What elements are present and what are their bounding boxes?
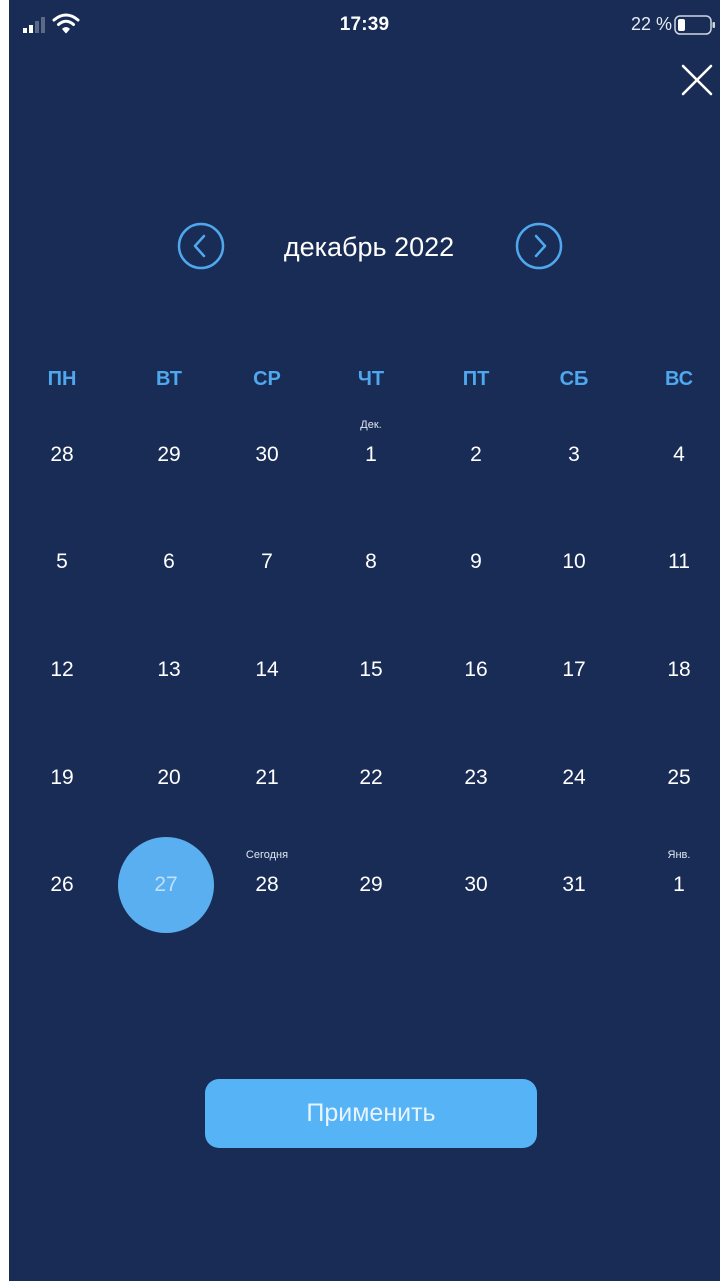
calendar-day[interactable]: 30 [219,407,315,503]
calendar-day[interactable]: 16 [428,622,524,718]
calendar-day[interactable]: 5 [14,514,110,610]
day-number: 18 [667,658,691,681]
calendar-day[interactable]: 2 [428,407,524,503]
calendar-day[interactable]: 8 [323,514,419,610]
day-number: 17 [562,658,586,681]
calendar-day[interactable]: 20 [121,730,217,826]
calendar-day[interactable]: 7 [219,514,315,610]
day-number: 1 [673,873,685,896]
day-number: 29 [359,873,383,896]
day-number: 21 [255,766,279,789]
calendar-day[interactable]: 28 [14,407,110,503]
calendar-day[interactable]: 6 [121,514,217,610]
month-note: Янв. [667,849,691,861]
calendar-day[interactable]: 13 [121,622,217,718]
calendar-day[interactable]: 23 [428,730,524,826]
day-number: 28 [255,873,279,896]
weekday-label: СБ [559,368,589,390]
day-number: 23 [464,766,488,789]
day-number: 15 [359,658,383,681]
apply-button[interactable]: Применить [205,1079,537,1148]
day-number: 16 [464,658,488,681]
chevron-right-circle-icon[interactable] [515,222,563,270]
weekday-label: ЧТ [357,368,385,390]
calendar-day[interactable]: 11 [631,514,720,610]
calendar-day[interactable]: Янв. 1 [631,837,720,933]
status-bar: 17:39 22 % [9,0,720,52]
calendar-day[interactable]: 4 [631,407,720,503]
calendar-day[interactable]: 24 [526,730,622,826]
day-number: 7 [261,550,273,573]
weekday-label: СР [253,368,281,390]
day-number: 2 [470,443,482,466]
calendar-day[interactable]: 17 [526,622,622,718]
day-number: 8 [365,550,377,573]
day-number: 19 [50,766,74,789]
calendar-day[interactable]: 3 [526,407,622,503]
calendar-day[interactable]: 29 [121,407,217,503]
weekday-label: ПН [47,368,77,390]
calendar-day[interactable]: 31 [526,837,622,933]
calendar-day[interactable]: 14 [219,622,315,718]
battery-percentage: 22 % [630,14,672,34]
calendar-day[interactable]: Дек. 1 [323,407,419,503]
day-number: 11 [668,550,690,573]
day-number: 25 [667,766,691,789]
day-number: 3 [568,443,580,466]
day-number: 22 [359,766,383,789]
day-number: 28 [50,443,74,466]
weekday-label: ВТ [156,368,182,390]
calendar-day[interactable]: 25 [631,730,720,826]
calendar-day[interactable]: 30 [428,837,524,933]
calendar-day[interactable]: 10 [526,514,622,610]
calendar-day[interactable]: 19 [14,730,110,826]
day-number: 26 [50,873,74,896]
today-label: Сегодня [245,849,289,861]
calendar-day-selected[interactable]: 27 [118,837,214,933]
day-number: 27 [154,873,178,896]
month-header: декабрь 2022 [9,222,720,278]
close-icon[interactable] [675,58,717,100]
calendar-day[interactable]: 18 [631,622,720,718]
calendar-day[interactable]: 15 [323,622,419,718]
day-number: 30 [464,873,488,896]
day-number: 1 [365,443,377,466]
day-number: 6 [163,550,175,573]
day-number: 14 [255,658,279,681]
day-number: 13 [157,658,181,681]
calendar-screen: 17:39 22 % декабрь 2022 ПН ВТ СР ЧТ ПТ С… [9,0,720,1281]
calendar-day[interactable]: 12 [14,622,110,718]
calendar-day[interactable]: 9 [428,514,524,610]
day-number: 12 [50,658,74,681]
month-title: декабрь 2022 [283,232,455,262]
day-number: 30 [255,443,279,466]
day-note: Дек. [360,419,382,431]
day-number: 31 [562,873,586,896]
chevron-left-circle-icon[interactable] [177,222,225,270]
weekday-label: ПТ [462,368,490,390]
day-number: 5 [56,550,68,573]
day-number: 10 [562,550,586,573]
calendar-day[interactable]: 21 [219,730,315,826]
calendar-day-today[interactable]: Сегодня 28 [219,837,315,933]
battery-icon [674,15,715,35]
day-number: 24 [562,766,586,789]
day-number: 4 [673,443,685,466]
status-time: 17:39 [339,14,390,35]
calendar-day[interactable]: 22 [323,730,419,826]
calendar-day[interactable]: 26 [14,837,110,933]
weekday-label: ВС [664,368,694,390]
day-number: 29 [157,443,181,466]
day-number: 9 [470,550,482,573]
calendar-day[interactable]: 29 [323,837,419,933]
day-number: 20 [157,766,181,789]
